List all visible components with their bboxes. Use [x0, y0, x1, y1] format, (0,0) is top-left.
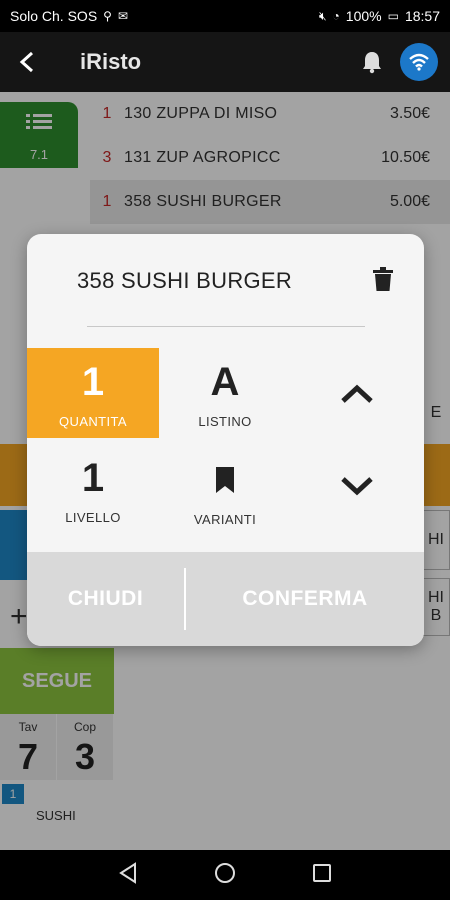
battery-icon: ▭ — [387, 9, 399, 23]
nav-home-button[interactable] — [214, 862, 236, 889]
bell-icon — [363, 52, 381, 74]
livello-label: LIVELLO — [65, 510, 121, 525]
nav-recents-button[interactable] — [312, 863, 332, 888]
trash-icon — [373, 267, 393, 291]
listino-label: LISTINO — [198, 414, 252, 429]
system-nav-bar — [0, 850, 450, 900]
varianti-cell[interactable]: VARIANTI — [159, 444, 291, 534]
dialog-divider — [87, 326, 365, 327]
listino-cell[interactable]: A LISTINO — [159, 348, 291, 438]
delete-button[interactable] — [368, 264, 398, 294]
nav-recents-icon — [313, 863, 331, 882]
status-bar: Solo Ch. SOS ⚲ ✉ 🔇︎ ◔ 100% ▭ 18:57 — [0, 0, 450, 32]
confirm-button[interactable]: CONFERMA — [186, 552, 424, 646]
nav-back-icon — [119, 861, 136, 884]
quantity-cell[interactable]: 1 QUANTITA — [27, 348, 159, 438]
mute-icon: 🔇︎ — [318, 8, 327, 23]
back-arrow-icon — [19, 51, 34, 73]
app-bar: iRisto — [0, 32, 450, 92]
mail-icon: ✉ — [117, 9, 129, 23]
chevron-down-icon — [341, 477, 373, 496]
livello-value: 1 — [81, 456, 105, 500]
increase-button[interactable] — [317, 364, 397, 424]
clock: 18:57 — [404, 8, 440, 24]
connection-button[interactable] — [400, 43, 438, 81]
dialog-title: 358 SUSHI BURGER — [77, 268, 293, 293]
notifications-button[interactable] — [352, 42, 392, 82]
chevron-up-icon — [341, 384, 373, 403]
item-edit-dialog: 358 SUSHI BURGER 1 QUANTITA A LISTINO 1 … — [27, 234, 424, 646]
listino-value: A — [210, 360, 240, 404]
close-button[interactable]: CHIUDI — [27, 552, 184, 646]
bookmark-icon — [216, 467, 234, 493]
varianti-label: VARIANTI — [193, 512, 257, 527]
carrier-label: Solo Ch. SOS — [10, 8, 98, 24]
back-button[interactable] — [0, 32, 56, 92]
decrease-button[interactable] — [317, 456, 397, 516]
dialog-actions: CHIUDI CONFERMA — [27, 552, 424, 646]
quantity-label: QUANTITA — [59, 414, 127, 429]
quantity-value: 1 — [81, 360, 105, 404]
usb-icon: ⚲ — [103, 9, 112, 23]
wifi-signal-icon: ◔ — [332, 9, 340, 23]
nav-home-icon — [215, 862, 235, 883]
nav-back-button[interactable] — [118, 861, 138, 889]
battery-percent: 100% — [345, 8, 382, 24]
app-title: iRisto — [80, 49, 142, 74]
livello-cell[interactable]: 1 LIVELLO — [27, 444, 159, 534]
wifi-icon — [409, 53, 429, 71]
